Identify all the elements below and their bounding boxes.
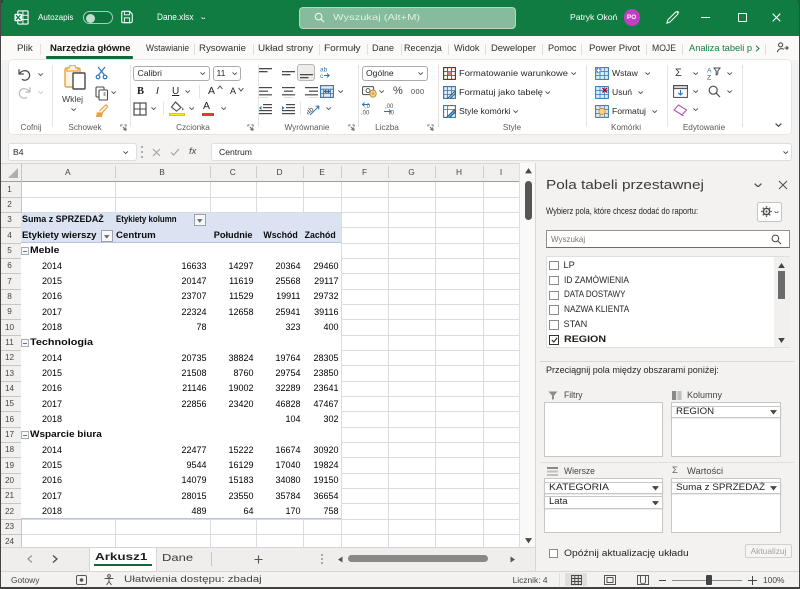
svg-text:Z: Z: [707, 75, 711, 81]
svg-text:,00: ,00: [385, 104, 394, 110]
svg-text:,00: ,00: [361, 111, 370, 116]
svg-text:c: c: [320, 73, 324, 79]
svg-text:A: A: [707, 68, 712, 75]
